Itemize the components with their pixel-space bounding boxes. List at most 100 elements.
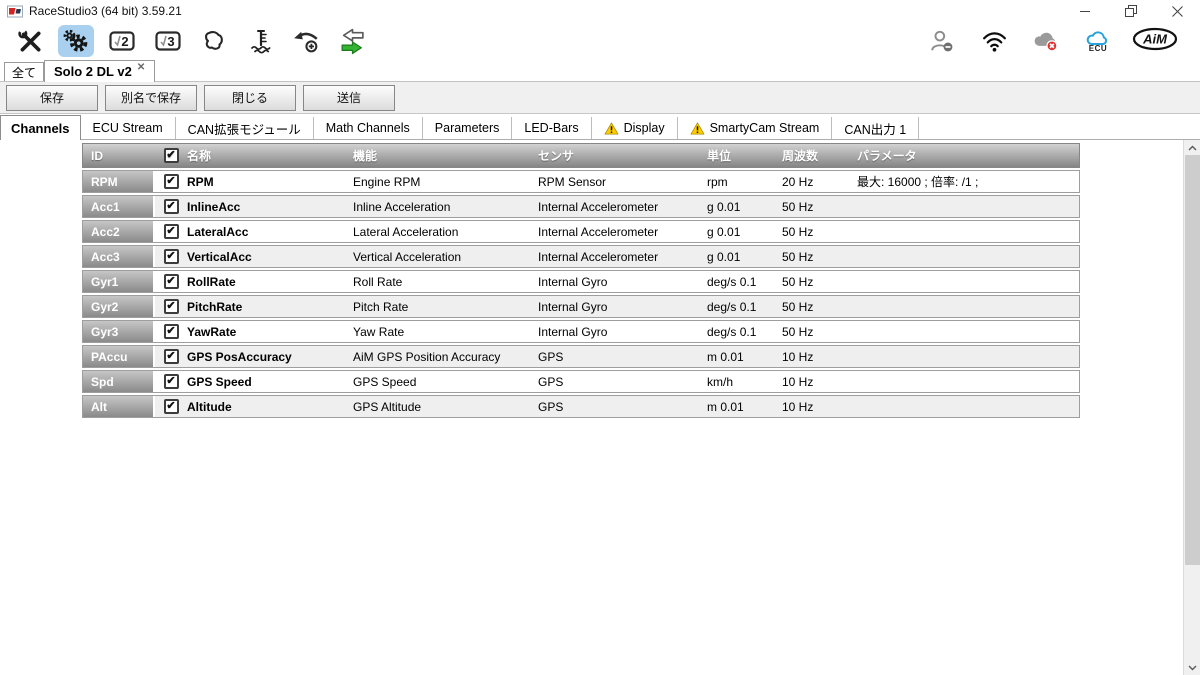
channel-function: Vertical Acceleration	[353, 249, 462, 264]
channel-row[interactable]: Spd GPS Speed GPS Speed GPS km/h 10 Hz	[82, 370, 1080, 393]
channel-sensor: GPS	[538, 399, 564, 414]
channel-checkbox[interactable]	[163, 299, 179, 314]
action-button[interactable]: 閉じる	[204, 84, 296, 111]
tools-wrench-icon[interactable]	[12, 25, 48, 57]
channel-checkbox[interactable]	[163, 174, 179, 189]
add-device-icon[interactable]	[288, 25, 324, 57]
fuel-level-icon[interactable]	[242, 25, 278, 57]
ecu-label: ECU	[1088, 43, 1108, 53]
device-tab-bar: Channels ECU Stream CAN拡張モジュール Math Chan…	[0, 114, 1200, 140]
channel-checkbox[interactable]	[163, 224, 179, 239]
channel-unit: deg/s 0.1	[707, 324, 757, 339]
device-tab[interactable]: Display	[592, 117, 678, 139]
channel-unit: m 0.01	[707, 349, 744, 364]
tab-close-icon[interactable]: ✕	[137, 62, 145, 73]
close-button[interactable]	[1154, 0, 1200, 22]
warning-icon	[604, 122, 618, 134]
analysis-rs2-icon[interactable]: 2	[104, 25, 140, 57]
vertical-scrollbar[interactable]	[1183, 140, 1200, 675]
channel-name: Altitude	[187, 399, 232, 414]
device-tab-label: CAN拡張モジュール	[187, 122, 301, 137]
cloud-ecu-icon[interactable]: ECU	[1080, 25, 1116, 57]
channel-checkbox[interactable]	[163, 349, 179, 364]
track-manager-icon[interactable]	[196, 25, 232, 57]
device-tab[interactable]: ECU Stream	[81, 117, 176, 139]
device-tab[interactable]: LED-Bars	[512, 117, 592, 139]
channel-row[interactable]: RPM RPM Engine RPM RPM Sensor rpm 20 Hz …	[82, 170, 1080, 193]
data-download-icon[interactable]	[334, 25, 370, 57]
device-tab[interactable]: CAN出力 1	[832, 117, 920, 139]
action-button[interactable]: 保存	[6, 84, 98, 111]
channel-checkbox[interactable]	[163, 249, 179, 264]
channel-sensor: Internal Accelerometer	[538, 199, 659, 214]
channel-checkbox[interactable]	[163, 374, 179, 389]
config-tab[interactable]: 全て	[4, 62, 45, 81]
channel-name: InlineAcc	[187, 199, 241, 214]
channel-frequency: 50 Hz	[782, 199, 814, 214]
channel-function: Inline Acceleration	[353, 199, 451, 214]
device-tab-label: LED-Bars	[524, 121, 579, 135]
action-button[interactable]: 別名で保存	[105, 84, 197, 111]
scroll-down-icon[interactable]	[1184, 660, 1200, 675]
device-config-gear-icon[interactable]	[58, 25, 94, 57]
channel-frequency: 50 Hz	[782, 249, 814, 264]
channel-checkbox[interactable]	[163, 274, 179, 289]
channel-row[interactable]: Gyr3 YawRate Yaw Rate Internal Gyro deg/…	[82, 320, 1080, 343]
channel-row[interactable]: Gyr1 RollRate Roll Rate Internal Gyro de…	[82, 270, 1080, 293]
channel-function: Pitch Rate	[353, 299, 409, 314]
action-bar: 保存 別名で保存 閉じる 送信	[0, 82, 1200, 114]
channel-parameters: 最大: 16000 ; 倍率: /1 ;	[857, 175, 979, 189]
channel-unit: rpm	[707, 174, 728, 189]
channel-function: AiM GPS Position Accuracy	[353, 349, 501, 364]
channel-checkbox[interactable]	[163, 399, 179, 414]
device-tab[interactable]: Math Channels	[314, 117, 423, 139]
channel-row[interactable]: Acc2 LateralAcc Lateral Acceleration Int…	[82, 220, 1080, 243]
channel-frequency: 10 Hz	[782, 374, 814, 389]
channel-id: Acc3	[83, 246, 155, 267]
action-button[interactable]: 送信	[303, 84, 395, 111]
channel-row[interactable]: Acc3 VerticalAcc Vertical Acceleration I…	[82, 245, 1080, 268]
channel-unit: km/h	[707, 374, 734, 389]
scroll-up-icon[interactable]	[1184, 140, 1200, 155]
col-header-sensor: センサ	[538, 149, 575, 163]
channel-id: Spd	[83, 371, 155, 392]
channel-name: VerticalAcc	[187, 249, 252, 264]
channel-unit: m 0.01	[707, 399, 744, 414]
channel-name: LateralAcc	[187, 224, 249, 239]
header-checkbox[interactable]	[163, 148, 179, 163]
channels-table: ID 名称 機能 センサ 単位 周波数 パラメータ RPM RPM Engine…	[82, 143, 1080, 418]
config-tab-label: 全て	[12, 65, 37, 80]
device-tab-label: SmartyCam Stream	[709, 121, 820, 135]
channel-unit: g 0.01	[707, 249, 741, 264]
cloud-offline-icon[interactable]	[1028, 25, 1064, 57]
channel-id: PAccu	[83, 346, 155, 367]
channel-sensor: RPM Sensor	[538, 174, 607, 189]
col-header-id: ID	[91, 148, 103, 163]
config-tab-label: Solo 2 DL v2	[54, 64, 132, 79]
channel-checkbox[interactable]	[163, 199, 179, 214]
device-tab[interactable]: SmartyCam Stream	[678, 117, 833, 139]
channel-row[interactable]: PAccu GPS PosAccuracy AiM GPS Position A…	[82, 345, 1080, 368]
channel-id: Gyr2	[83, 296, 155, 317]
device-tab[interactable]: Parameters	[423, 117, 513, 139]
minimize-button[interactable]	[1062, 0, 1108, 22]
analysis-rs3-icon[interactable]: 3	[150, 25, 186, 57]
channel-row[interactable]: Alt Altitude GPS Altitude GPS m 0.01 10 …	[82, 395, 1080, 418]
channel-sensor: Internal Gyro	[538, 274, 608, 289]
channel-id: Gyr1	[83, 271, 155, 292]
device-tab-label: Math Channels	[325, 121, 410, 135]
device-tab[interactable]: CAN拡張モジュール	[176, 117, 314, 139]
restore-button[interactable]	[1108, 0, 1154, 22]
channel-row[interactable]: Acc1 InlineAcc Inline Acceleration Inter…	[82, 195, 1080, 218]
channel-frequency: 50 Hz	[782, 224, 814, 239]
channel-checkbox[interactable]	[163, 324, 179, 339]
channel-row[interactable]: Gyr2 PitchRate Pitch Rate Internal Gyro …	[82, 295, 1080, 318]
device-tab[interactable]: Channels	[0, 115, 81, 140]
channel-name: RPM	[187, 174, 214, 189]
channel-unit: deg/s 0.1	[707, 274, 757, 289]
config-tab-bar: 全て Solo 2 DL v2 ✕	[0, 60, 1200, 82]
wifi-icon[interactable]	[976, 25, 1012, 57]
account-icon[interactable]	[924, 25, 960, 57]
config-tab[interactable]: Solo 2 DL v2 ✕	[44, 60, 156, 82]
scrollbar-thumb[interactable]	[1185, 155, 1200, 565]
